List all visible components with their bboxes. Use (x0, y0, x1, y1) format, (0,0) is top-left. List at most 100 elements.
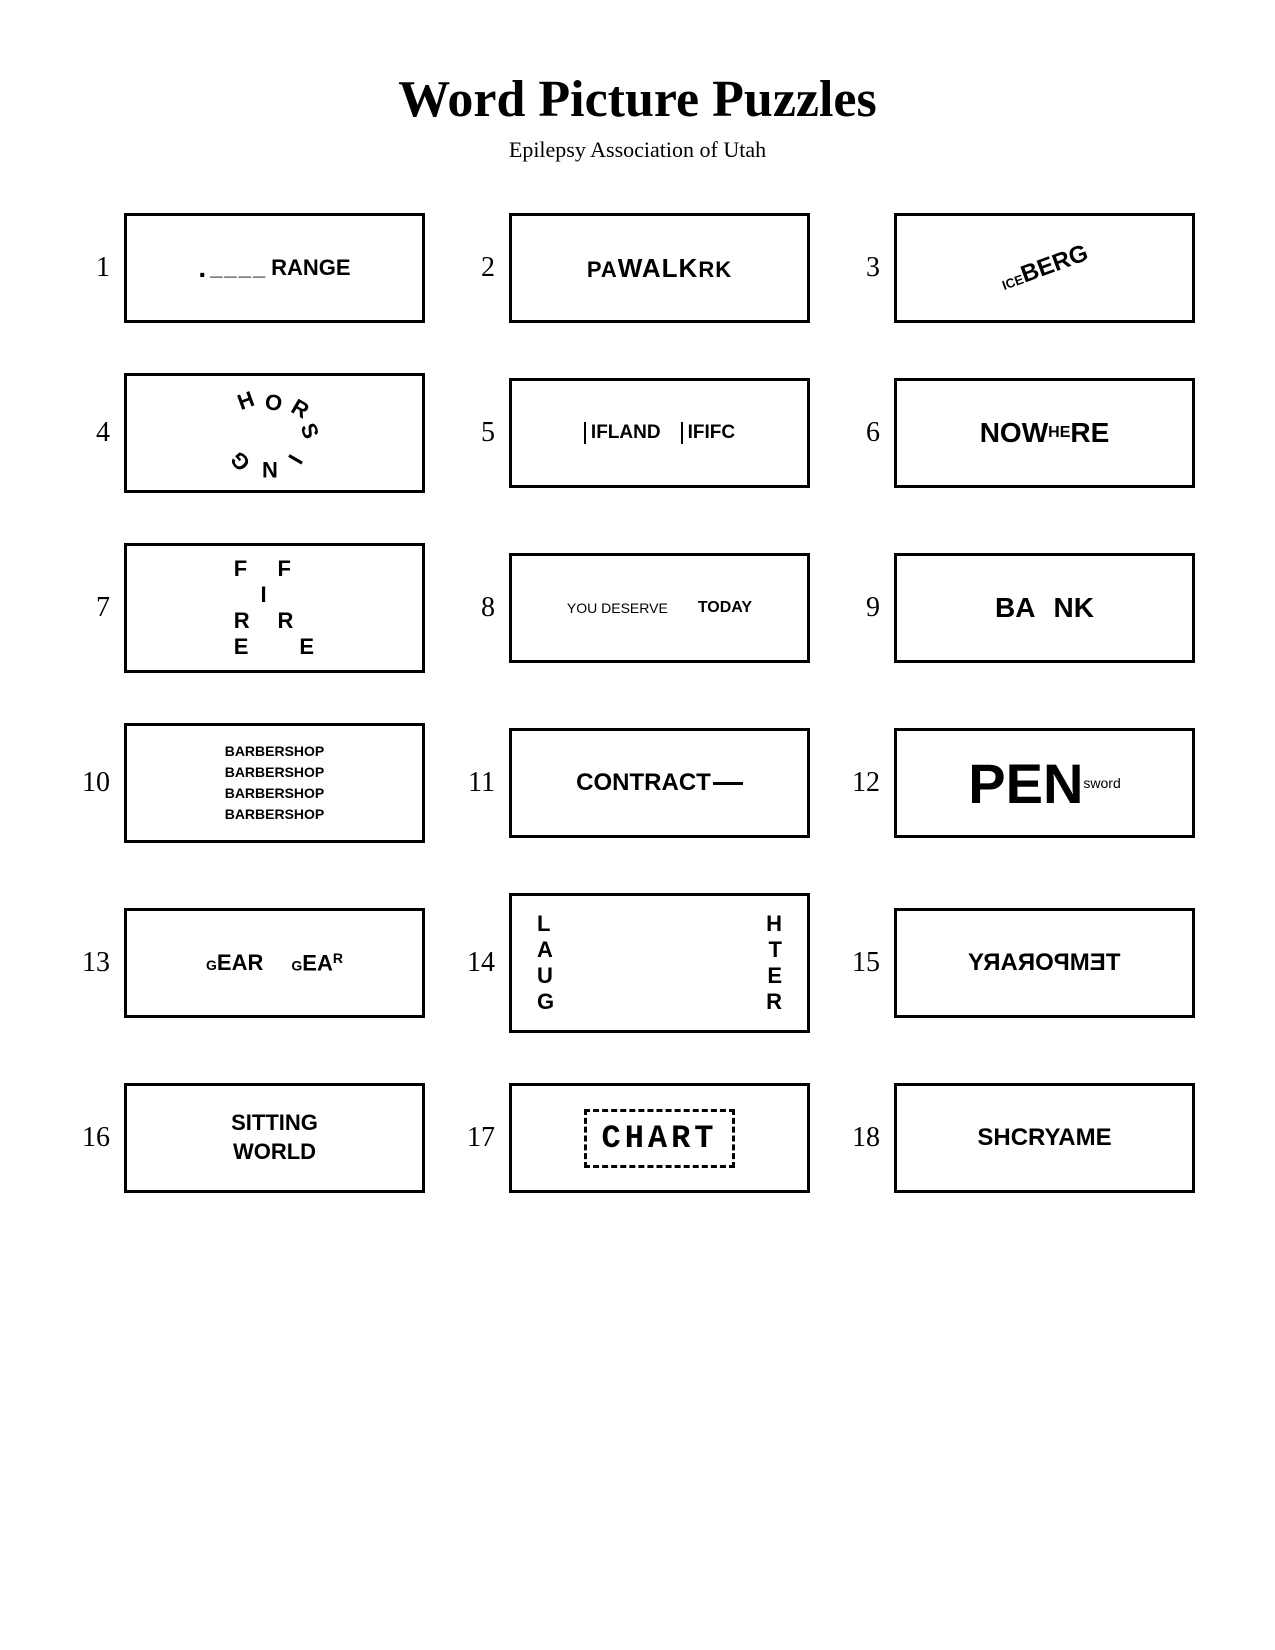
page-subtitle: Epilepsy Association of Utah (60, 137, 1215, 163)
puzzle-cell-6: 6 NOWHERE (850, 373, 1195, 493)
p16-world: WORLD (231, 1138, 318, 1167)
p6-he: HE (1048, 424, 1070, 442)
puzzle-cell-16: 16 SITTING WORLD (80, 1083, 425, 1193)
puzzle-cell-7: 7 F F I R R E E (80, 543, 425, 673)
puzzle-18-content: SHCRYAME (977, 1124, 1111, 1152)
p5-word1: IFLAND (584, 422, 661, 444)
puzzle-cell-13: 13 GEAR GEAR (80, 893, 425, 1033)
p18-text: SHCRYAME (977, 1124, 1111, 1151)
p13-word1: GEAR (206, 950, 263, 976)
puzzle-cell-17: 17 CHART (465, 1083, 810, 1193)
puzzle-number-17: 17 (465, 1122, 495, 1154)
p1-dot: . (198, 252, 206, 284)
puzzle-cell-9: 9 BA NK (850, 543, 1195, 673)
p9-nk: NK (1054, 592, 1094, 624)
p11-contract: CONTRACT (576, 769, 711, 797)
puzzle-3-content: ICEBERG (997, 239, 1092, 296)
puzzle-number-9: 9 (850, 592, 880, 624)
puzzle-box-9: BA NK (894, 553, 1195, 663)
puzzle-14-content: L A U G H T E R (522, 906, 797, 1020)
p9-ba: BA (995, 592, 1035, 624)
puzzle-9-content: BA NK (995, 592, 1094, 624)
puzzle-box-18: SHCRYAME (894, 1083, 1195, 1193)
p7-empty3 (234, 582, 250, 608)
p14-t: T (769, 937, 782, 963)
puzzle-box-15: TEMPORARY (894, 908, 1195, 1018)
puzzle-box-8: YOU DESERVE TODAY (509, 553, 810, 663)
p1-blank: ____ (210, 255, 267, 281)
puzzle-cell-14: 14 L A U G H T E R (465, 893, 810, 1033)
p4-h: H (234, 386, 258, 416)
p10-line2: BARBERSHOP (225, 762, 325, 783)
p15-temporary: TEMPORARY (968, 949, 1120, 976)
p7-empty8 (256, 634, 272, 660)
puzzle-box-4: H O R S I N G (124, 373, 425, 493)
puzzle-number-5: 5 (465, 417, 495, 449)
p10-line4: BARBERSHOP (225, 804, 325, 825)
puzzle-number-15: 15 (850, 947, 880, 979)
p4-n: N (262, 456, 278, 482)
p14-a: A (537, 937, 554, 963)
puzzle-11-content: CONTRACT (576, 769, 743, 797)
puzzle-number-2: 2 (465, 252, 495, 284)
p13-ea1: EA (217, 950, 248, 975)
p14-h: H (766, 911, 782, 937)
puzzle-number-6: 6 (850, 417, 880, 449)
p13-ea2: EA (302, 950, 333, 975)
puzzle-10-content: BARBERSHOP BARBERSHOP BARBERSHOP BARBERS… (225, 741, 325, 825)
puzzle-8-content: YOU DESERVE TODAY (567, 599, 752, 617)
p14-l: L (537, 911, 554, 937)
puzzle-cell-18: 18 SHCRYAME (850, 1083, 1195, 1193)
p1-range: RANGE (271, 255, 350, 281)
p13-word2: GEAR (291, 950, 343, 977)
puzzle-12-content: PENsword (968, 751, 1121, 816)
p10-line3: BARBERSHOP (225, 783, 325, 804)
puzzle-4-content: H O R S I N G (220, 388, 330, 478)
p14-e: E (767, 963, 782, 989)
p13-r1: R (247, 950, 263, 975)
puzzle-5-content: IFLAND IFIFC (584, 422, 735, 444)
puzzle-box-2: PAWALKRK (509, 213, 810, 323)
p17-chart: CHART (601, 1120, 717, 1157)
p8-today: TODAY (698, 599, 752, 617)
p4-g: G (225, 446, 256, 476)
p7-empty6 (256, 608, 272, 634)
p7-r1: R (234, 608, 250, 634)
puzzle-box-3: ICEBERG (894, 213, 1195, 323)
p16-sitting: SITTING (231, 1109, 318, 1138)
puzzle-number-11: 11 (465, 767, 495, 799)
puzzle-box-14: L A U G H T E R (509, 893, 810, 1033)
puzzle-7-content: F F I R R E E (234, 556, 316, 660)
p6-re: RE (1070, 417, 1109, 449)
puzzle-16-content: SITTING WORLD (231, 1109, 318, 1166)
p14-g: G (537, 989, 554, 1015)
p4-r: R (286, 394, 313, 424)
p7-empty4 (278, 582, 294, 608)
puzzle-cell-1: 1 . ____ RANGE (80, 213, 425, 323)
p12-sword: sword (1083, 775, 1120, 791)
puzzle-cell-4: 4 H O R S I N G (80, 373, 425, 493)
p12-pen: PEN (968, 751, 1083, 816)
p7-f2: F (278, 556, 294, 582)
puzzle-6-content: NOWHERE (980, 417, 1110, 449)
p13-g2: G (291, 957, 302, 973)
puzzle-2-content: PAWALKRK (587, 254, 732, 283)
puzzle-15-content: TEMPORARY (968, 949, 1120, 977)
p5-word2: IFIFC (681, 422, 736, 444)
puzzle-number-3: 3 (850, 252, 880, 284)
puzzle-number-14: 14 (465, 947, 495, 979)
p14-left: L A U G (537, 911, 554, 1015)
puzzle-number-16: 16 (80, 1122, 110, 1154)
puzzle-cell-12: 12 PENsword (850, 723, 1195, 843)
p7-empty1 (256, 556, 272, 582)
puzzle-13-content: GEAR GEAR (206, 950, 343, 977)
puzzle-box-1: . ____ RANGE (124, 213, 425, 323)
puzzle-box-17: CHART (509, 1083, 810, 1193)
puzzle-number-10: 10 (80, 767, 110, 799)
p7-r2: R (278, 608, 294, 634)
p11-line (713, 782, 743, 785)
puzzle-number-12: 12 (850, 767, 880, 799)
p4-i: I (282, 450, 308, 468)
puzzle-cell-15: 15 TEMPORARY (850, 893, 1195, 1033)
puzzle-box-13: GEAR GEAR (124, 908, 425, 1018)
